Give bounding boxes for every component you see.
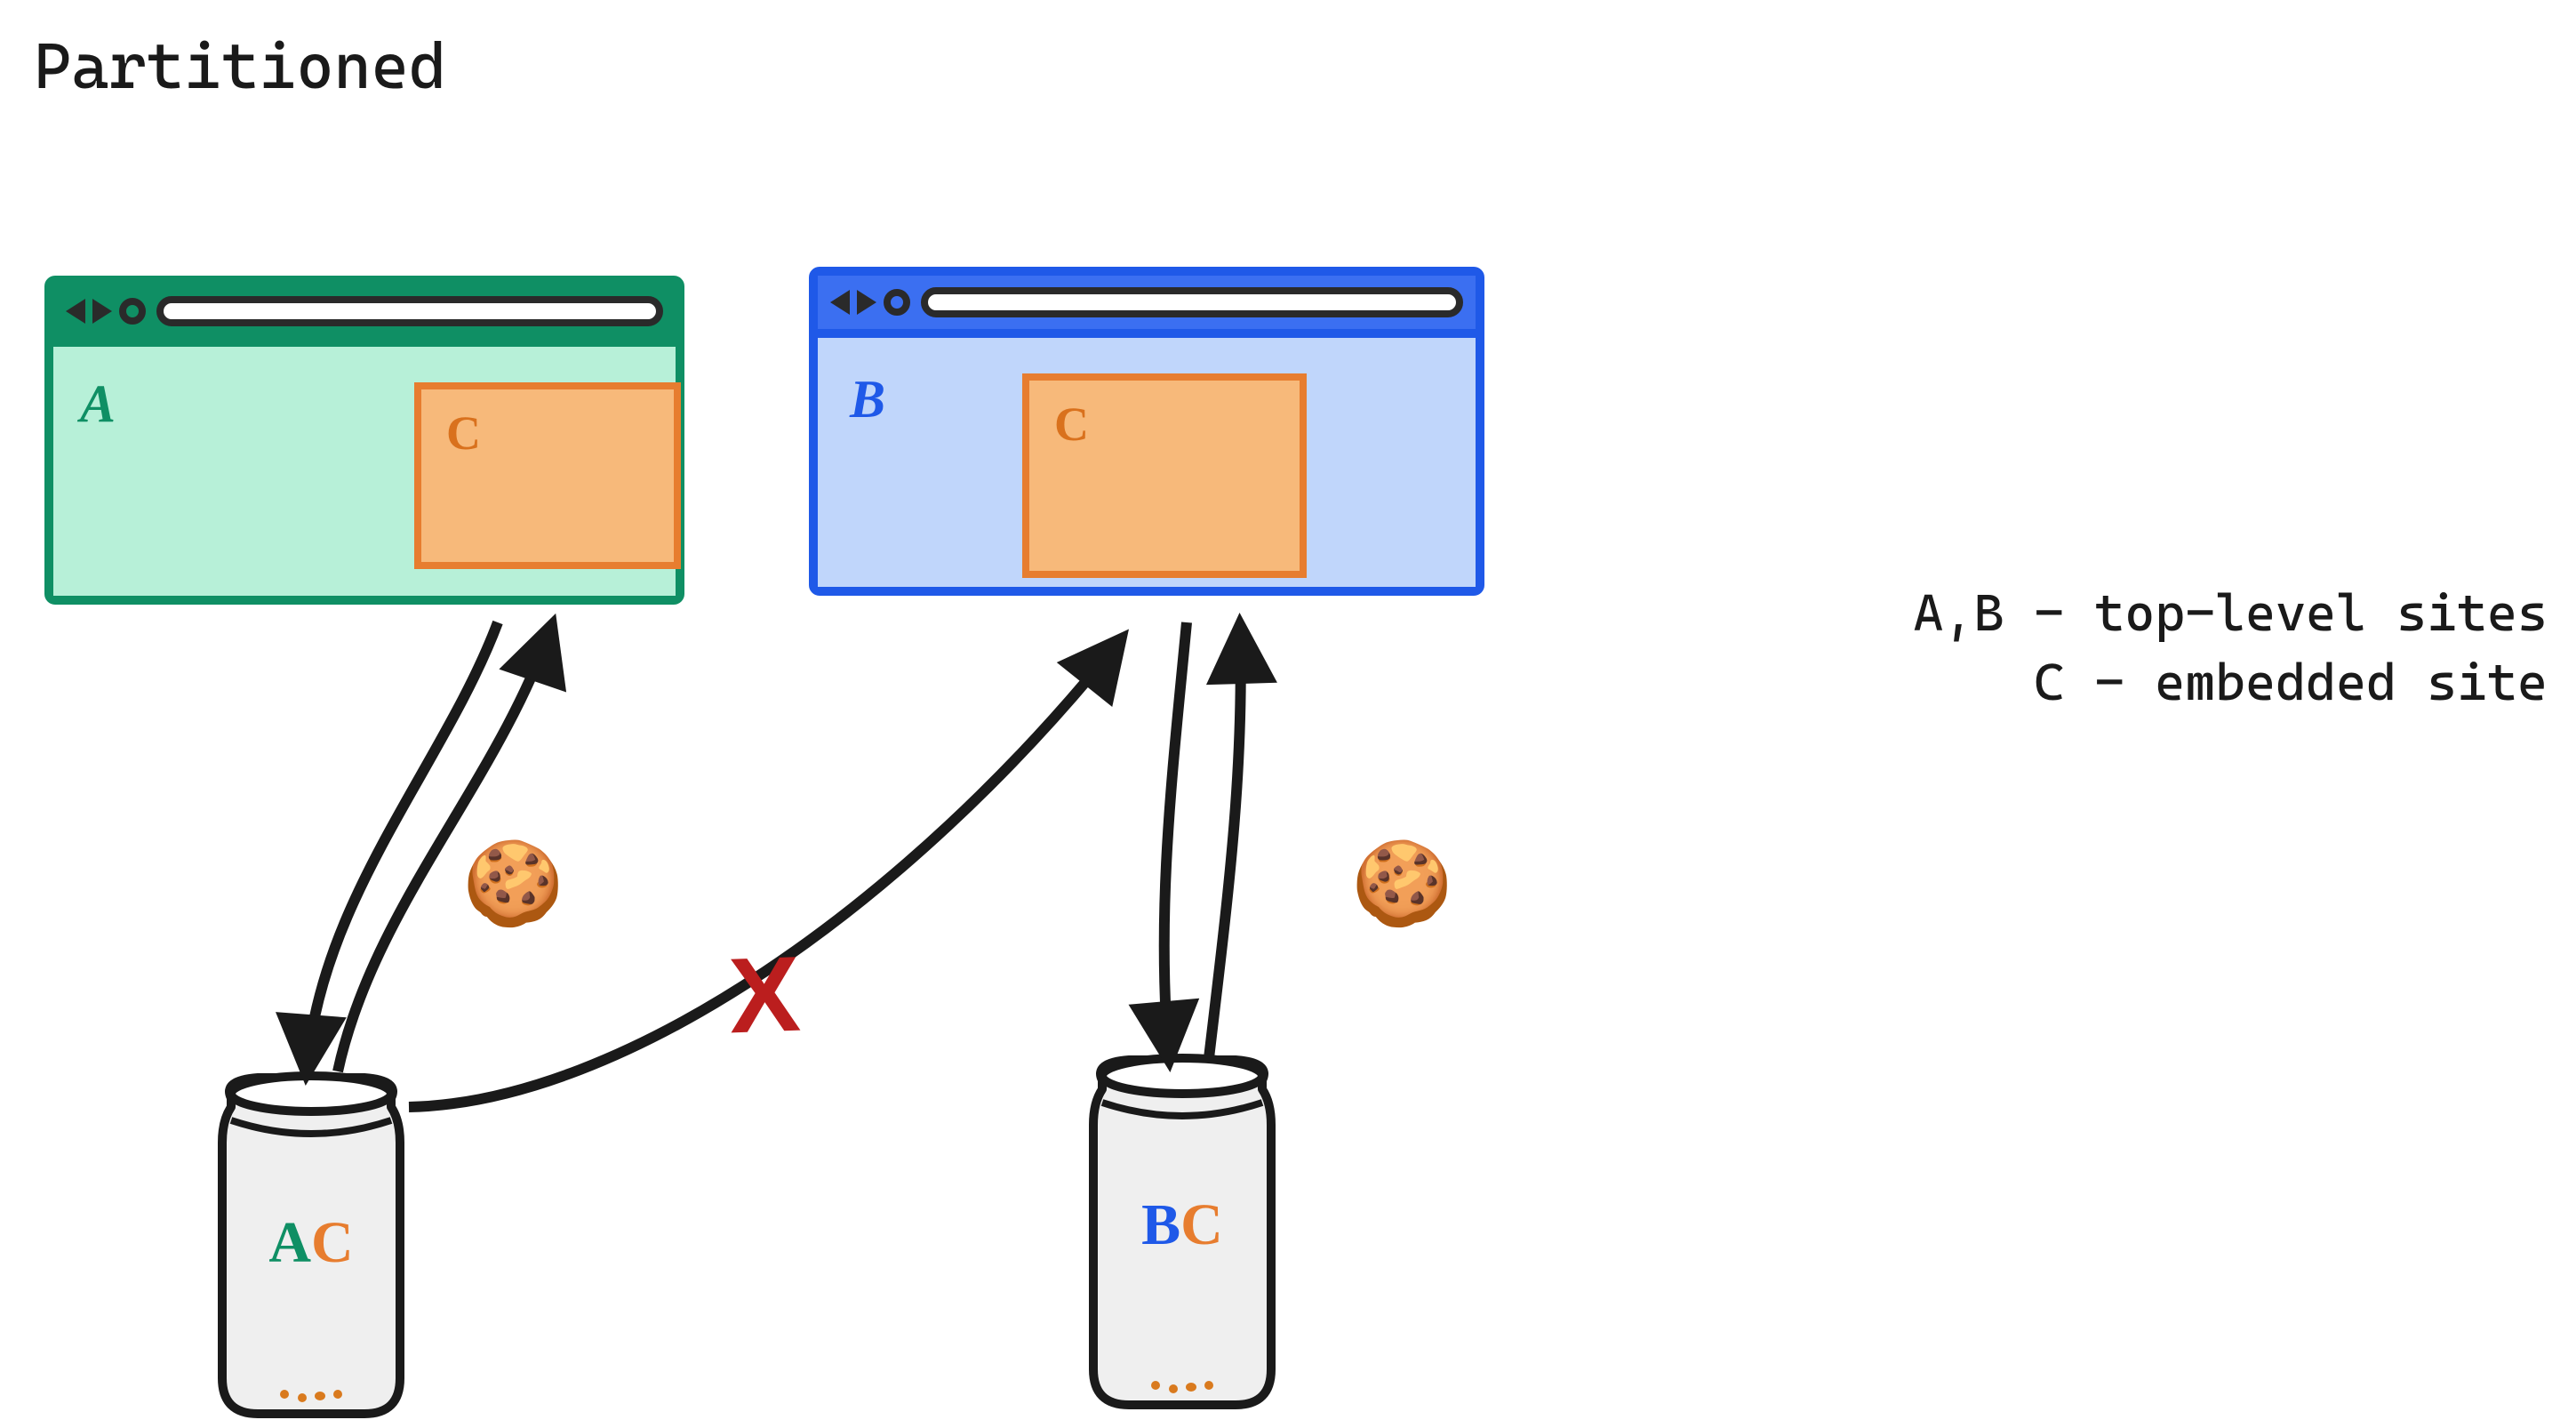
- cookie-icon-a: 🍪: [462, 836, 564, 932]
- address-bar: [156, 296, 663, 326]
- jar-ac-label: AC: [178, 1209, 444, 1277]
- embedded-frame-c-in-a: C: [414, 382, 681, 569]
- cookie-icon-b: 🍪: [1351, 836, 1453, 932]
- jar-a-part-a: A: [268, 1210, 311, 1275]
- embedded-c-label-a: C: [446, 405, 481, 461]
- diagram-title: Partitioned: [34, 28, 446, 103]
- legend-row-2: C - embedded site: [1913, 647, 2548, 717]
- address-bar: [921, 287, 1463, 317]
- browser-b-toolbar: [818, 276, 1476, 338]
- embedded-c-label-b: C: [1054, 397, 1089, 452]
- reload-icon: [119, 298, 146, 325]
- jar-b-part-b: B: [1141, 1192, 1180, 1257]
- browser-window-b: B C: [809, 267, 1484, 596]
- nav-icons: [66, 298, 146, 325]
- forward-icon: [92, 299, 112, 324]
- site-a-label: A: [80, 373, 116, 435]
- nav-icons: [830, 289, 910, 316]
- site-b-label: B: [850, 369, 885, 430]
- legend: A,B - top-level sites C - embedded site: [1913, 578, 2548, 718]
- browser-a-body: A C: [53, 347, 676, 596]
- reload-icon: [884, 289, 910, 316]
- arrow-jar-b-to-b: [1209, 627, 1241, 1058]
- jar-b-part-c: C: [1180, 1192, 1223, 1257]
- embedded-frame-c-in-b: C: [1022, 373, 1307, 578]
- browser-a-toolbar: [53, 285, 676, 347]
- jar-a-part-c: C: [311, 1210, 354, 1275]
- back-icon: [830, 290, 850, 315]
- forward-icon: [857, 290, 876, 315]
- browser-window-a: A C: [44, 276, 684, 605]
- browser-b-body: B C: [818, 338, 1476, 587]
- legend-row-1: A,B - top-level sites: [1913, 578, 2548, 647]
- back-icon: [66, 299, 85, 324]
- cookie-jar-bc: BC: [1049, 1040, 1316, 1414]
- blocked-x-icon: X: [727, 933, 803, 1058]
- jar-bc-label: BC: [1049, 1191, 1316, 1259]
- cookie-jar-ac: AC: [178, 1058, 444, 1423]
- arrow-b-to-jar-b: [1164, 622, 1187, 1058]
